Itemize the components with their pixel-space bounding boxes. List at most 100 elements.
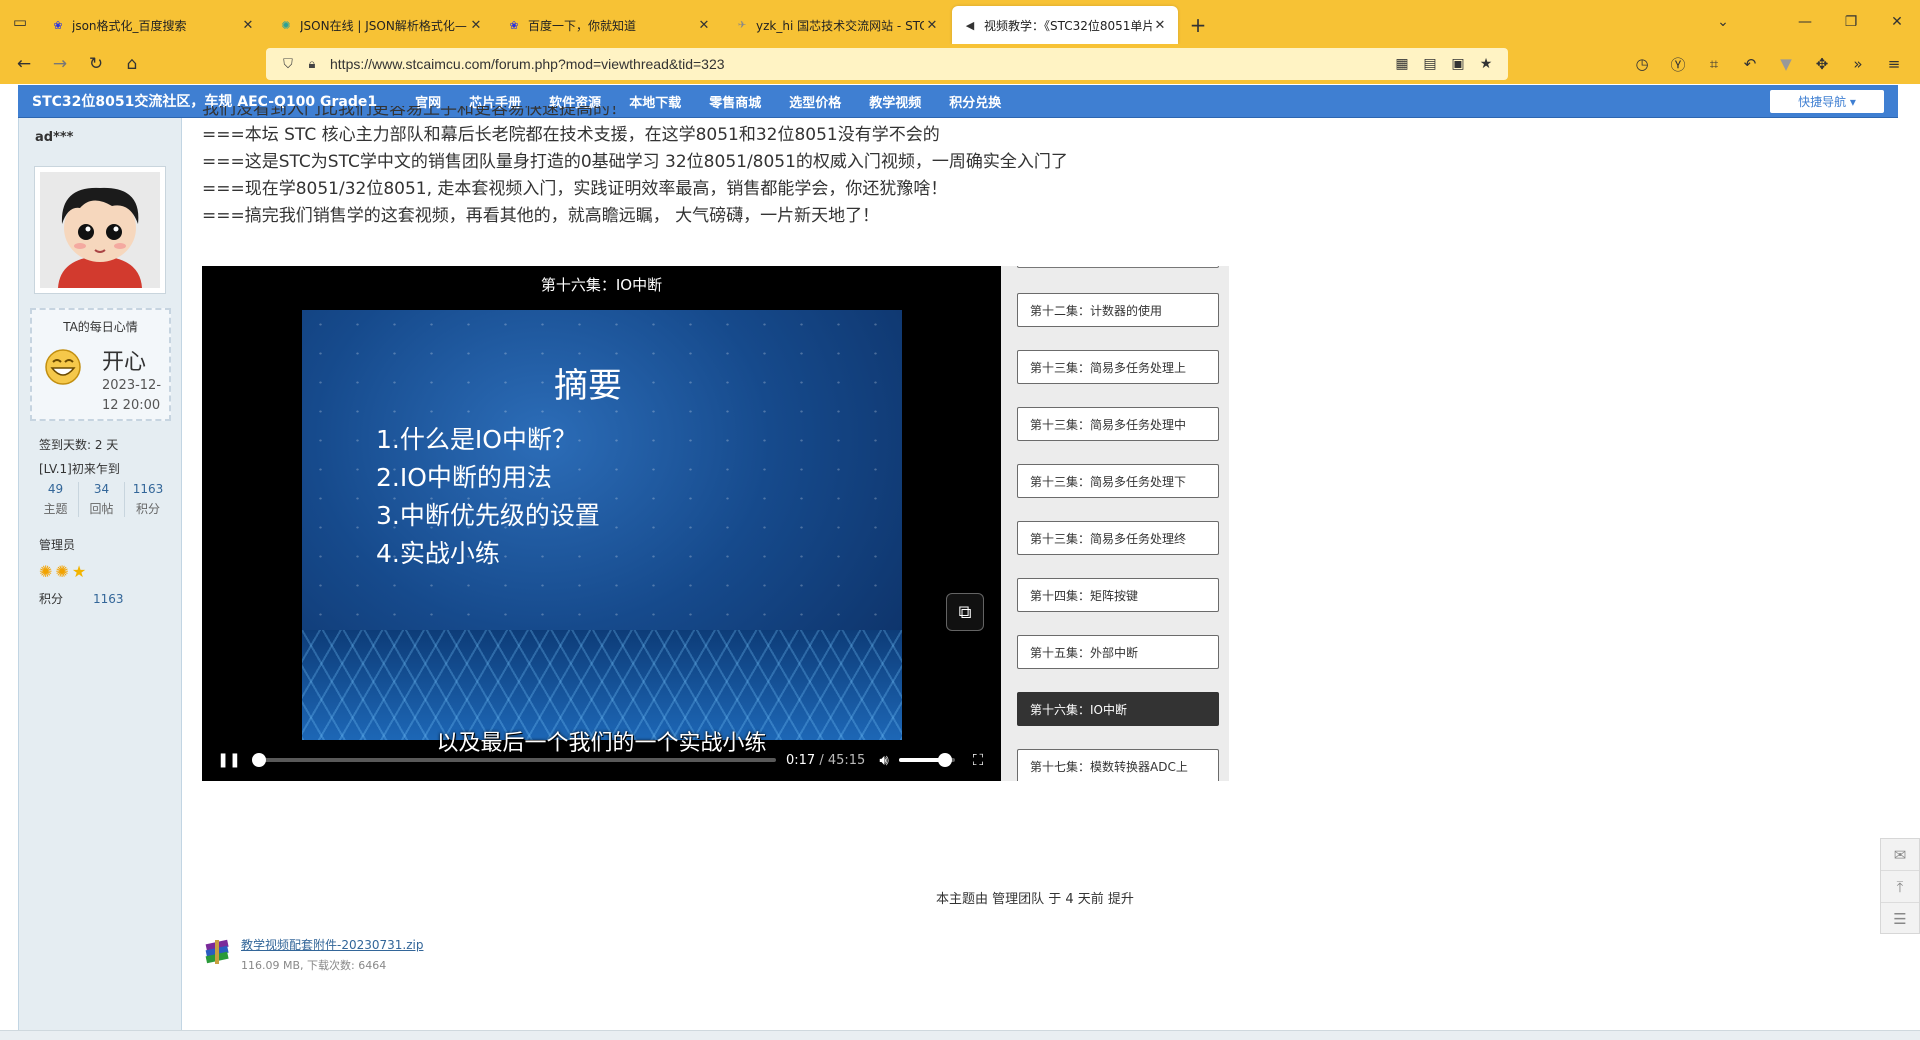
episode-item[interactable]: 第十四集：矩阵按键 — [1017, 578, 1219, 612]
home-icon[interactable]: ⌂ — [114, 48, 150, 80]
tab-title: 百度一下，你就知道 — [528, 18, 637, 33]
reader-view-icon[interactable]: ▤ — [1416, 56, 1444, 72]
close-window-icon[interactable]: ✕ — [1874, 14, 1920, 30]
close-tab-icon[interactable]: ✕ — [924, 18, 940, 33]
screenshot-icon[interactable]: ▣ — [1444, 56, 1472, 72]
attachment-meta: 116.09 MB, 下载次数: 6464 — [241, 959, 387, 972]
episode-item[interactable]: 第十七集：模数转换器ADC上 — [1017, 749, 1219, 781]
volume-handle[interactable] — [937, 753, 952, 767]
points-row: 积分 1163 — [39, 592, 124, 606]
episode-item[interactable] — [1017, 266, 1219, 268]
slide-heading: 摘要 — [554, 366, 622, 406]
user-sidebar: ad*** TA的每日心情 开心 2023-12-12 20:00 签到天数: … — [18, 118, 182, 1040]
tab-title: json格式化_百度搜索 — [72, 18, 187, 33]
fullscreen-icon[interactable]: ⛶ — [973, 751, 984, 769]
address-bar[interactable]: ⛉ 🔒︎ ▦ ▤ ▣ ★ — [266, 48, 1508, 80]
episode-item[interactable]: 第十三集：简易多任务处理上 — [1017, 350, 1219, 384]
hamburger-menu-icon[interactable]: ≡ — [1876, 55, 1912, 73]
comment-icon[interactable]: ✉ — [1881, 839, 1919, 871]
browser-tab-1[interactable]: ❀ json格式化_百度搜索 ✕ — [40, 6, 266, 44]
list-view-icon[interactable]: ☰ — [1881, 903, 1919, 935]
episode-item[interactable]: 第十五集：外部中断 — [1017, 635, 1219, 669]
pause-icon[interactable]: ❚❚ — [214, 752, 244, 768]
lock-icon[interactable]: 🔒︎ — [300, 57, 324, 72]
browser-tab-2[interactable]: ✺ JSON在线 | JSON解析格式化— ✕ — [268, 6, 494, 44]
attachment-link[interactable]: 教学视频配套附件-20230731.zip — [241, 936, 423, 953]
extension-toolbar: ◷ Ⓨ ⌗ ↶ ▼ ✥ » ≡ — [1624, 44, 1912, 84]
tab-title: JSON在线 | JSON解析格式化— — [300, 18, 467, 33]
volume-slider[interactable] — [898, 753, 955, 767]
speaker-icon: ◀ — [965, 18, 975, 32]
browser-tab-5[interactable]: ◀ 视频教学：《STC32位8051单片 ✕ — [952, 6, 1178, 44]
back-icon[interactable]: ← — [6, 48, 42, 80]
duration: / 45:15 — [819, 752, 866, 768]
reload-icon[interactable]: ↻ — [78, 48, 114, 80]
browser-tab-3[interactable]: ❀ 百度一下，你就知道 ✕ — [496, 6, 722, 44]
episode-item[interactable]: 第十六集：IO中断 — [1017, 692, 1219, 726]
post-line: ===这是STC为STC学中文的销售团队量身打造的0基础学习 32位8051/8… — [202, 152, 1068, 172]
stc-logo-icon: ✈ — [737, 19, 747, 31]
history-clock-icon[interactable]: ◷ — [1624, 55, 1660, 73]
minimize-icon[interactable]: — — [1782, 14, 1828, 30]
more-tools-icon[interactable]: » — [1840, 55, 1876, 73]
sun-icon: ✺ — [39, 562, 53, 581]
window-controls: ⌄ — ❐ ✕ — [1700, 0, 1920, 44]
video-player[interactable]: 第十六集：IO中断 摘要 1.什么是IO中断？ 2.IO中断的用法 3.中断优先… — [202, 266, 1001, 781]
slide-item: 1.什么是IO中断？ — [376, 425, 577, 454]
episode-item[interactable]: 第十三集：简易多任务处理中 — [1017, 407, 1219, 441]
mood-title: TA的每日心情 — [63, 320, 138, 334]
user-group[interactable]: 管理员 — [39, 536, 75, 553]
close-tab-icon[interactable]: ✕ — [468, 18, 484, 33]
slide-item: 2.IO中断的用法 — [376, 463, 552, 492]
video-controls: ❚❚ 0:17 / 45:15 🔊︎ ⛶ — [202, 739, 1001, 781]
seek-bar[interactable] — [252, 753, 776, 767]
restore-icon[interactable]: ❐ — [1828, 14, 1874, 30]
episode-item[interactable]: 第十三集：简易多任务处理终 — [1017, 521, 1219, 555]
browser-nav-bar: ← → ↻ ⌂ ⛉ 🔒︎ ▦ ▤ ▣ ★ ◷ Ⓨ ⌗ ↶ ▼ ✥ » ≡ — [0, 44, 1920, 84]
baidu-paw-icon: ❀ — [53, 18, 63, 32]
tab-list-icon[interactable]: ▭ — [0, 0, 40, 44]
yandex-icon[interactable]: Ⓨ — [1660, 54, 1696, 75]
qr-code-icon[interactable]: ▦ — [1388, 56, 1416, 72]
seek-handle[interactable] — [252, 753, 267, 767]
episode-item[interactable]: 第十三集：简易多任务处理下 — [1017, 464, 1219, 498]
post-line: 我们没看到入门比我们更容易上手和更容易快速提高的！ — [202, 106, 627, 119]
slide-item: 3.中断优先级的设置 — [376, 501, 600, 530]
user-level[interactable]: [LV.1]初来乍到 — [39, 460, 120, 477]
close-tab-icon[interactable]: ✕ — [240, 18, 256, 33]
browser-tab-bar: ▭ ❀ json格式化_百度搜索 ✕ ✺ JSON在线 | JSON解析格式化—… — [0, 0, 1920, 44]
new-tab-button[interactable]: + — [1180, 6, 1216, 44]
floating-toolbar: ✉ ⤒ ☰ — [1880, 838, 1920, 934]
forward-icon[interactable]: → — [42, 48, 78, 80]
close-tab-icon[interactable]: ✕ — [1152, 18, 1168, 33]
undo-icon[interactable]: ↶ — [1732, 55, 1768, 73]
avatar[interactable] — [34, 166, 166, 294]
stat-points[interactable]: 1163 积分 — [125, 482, 171, 517]
url-input[interactable] — [330, 56, 1388, 72]
slide-item: 4.实战小练 — [376, 539, 500, 568]
picture-in-picture-icon[interactable]: ⧉ — [946, 593, 984, 631]
user-name[interactable]: ad*** — [35, 130, 73, 145]
tab-title: yzk_hi 国芯技术交流网站 - STC — [756, 18, 924, 33]
close-tab-icon[interactable]: ✕ — [696, 18, 712, 33]
stat-replies[interactable]: 34 回帖 — [79, 482, 125, 517]
winrar-archive-icon — [205, 939, 229, 964]
extensions-puzzle-icon[interactable]: ✥ — [1804, 55, 1840, 73]
quick-nav-button[interactable]: 快捷导航 ▾ — [1770, 90, 1884, 113]
video-frame[interactable]: 摘要 1.什么是IO中断？ 2.IO中断的用法 3.中断优先级的设置 4.实战小… — [302, 310, 902, 740]
star-icon: ★ — [71, 562, 87, 581]
crop-icon[interactable]: ⌗ — [1696, 55, 1732, 73]
stat-threads[interactable]: 49 主题 — [33, 482, 79, 517]
mood-text: 开心 — [102, 350, 147, 375]
back-to-top-icon[interactable]: ⤒ — [1881, 871, 1919, 903]
chevron-down-icon[interactable]: ⌄ — [1700, 14, 1746, 30]
post-body: 我们没看到入门比我们更容易上手和更容易快速提高的！ ===本坛 STC 核心主力… — [202, 106, 1402, 230]
volume-icon[interactable]: 🔊︎ — [879, 751, 888, 769]
baidu-paw-icon: ❀ — [509, 18, 519, 32]
rank-stars: ✺ ✺ ★ — [39, 562, 89, 581]
episode-item[interactable]: 第十二集：计数器的使用 — [1017, 293, 1219, 327]
browser-tab-4[interactable]: ✈ yzk_hi 国芯技术交流网站 - STC ✕ — [724, 6, 950, 44]
shield-icon[interactable]: ⛉ — [276, 57, 300, 72]
vpn-icon[interactable]: ▼ — [1768, 55, 1804, 73]
bookmark-star-icon[interactable]: ★ — [1472, 56, 1500, 72]
